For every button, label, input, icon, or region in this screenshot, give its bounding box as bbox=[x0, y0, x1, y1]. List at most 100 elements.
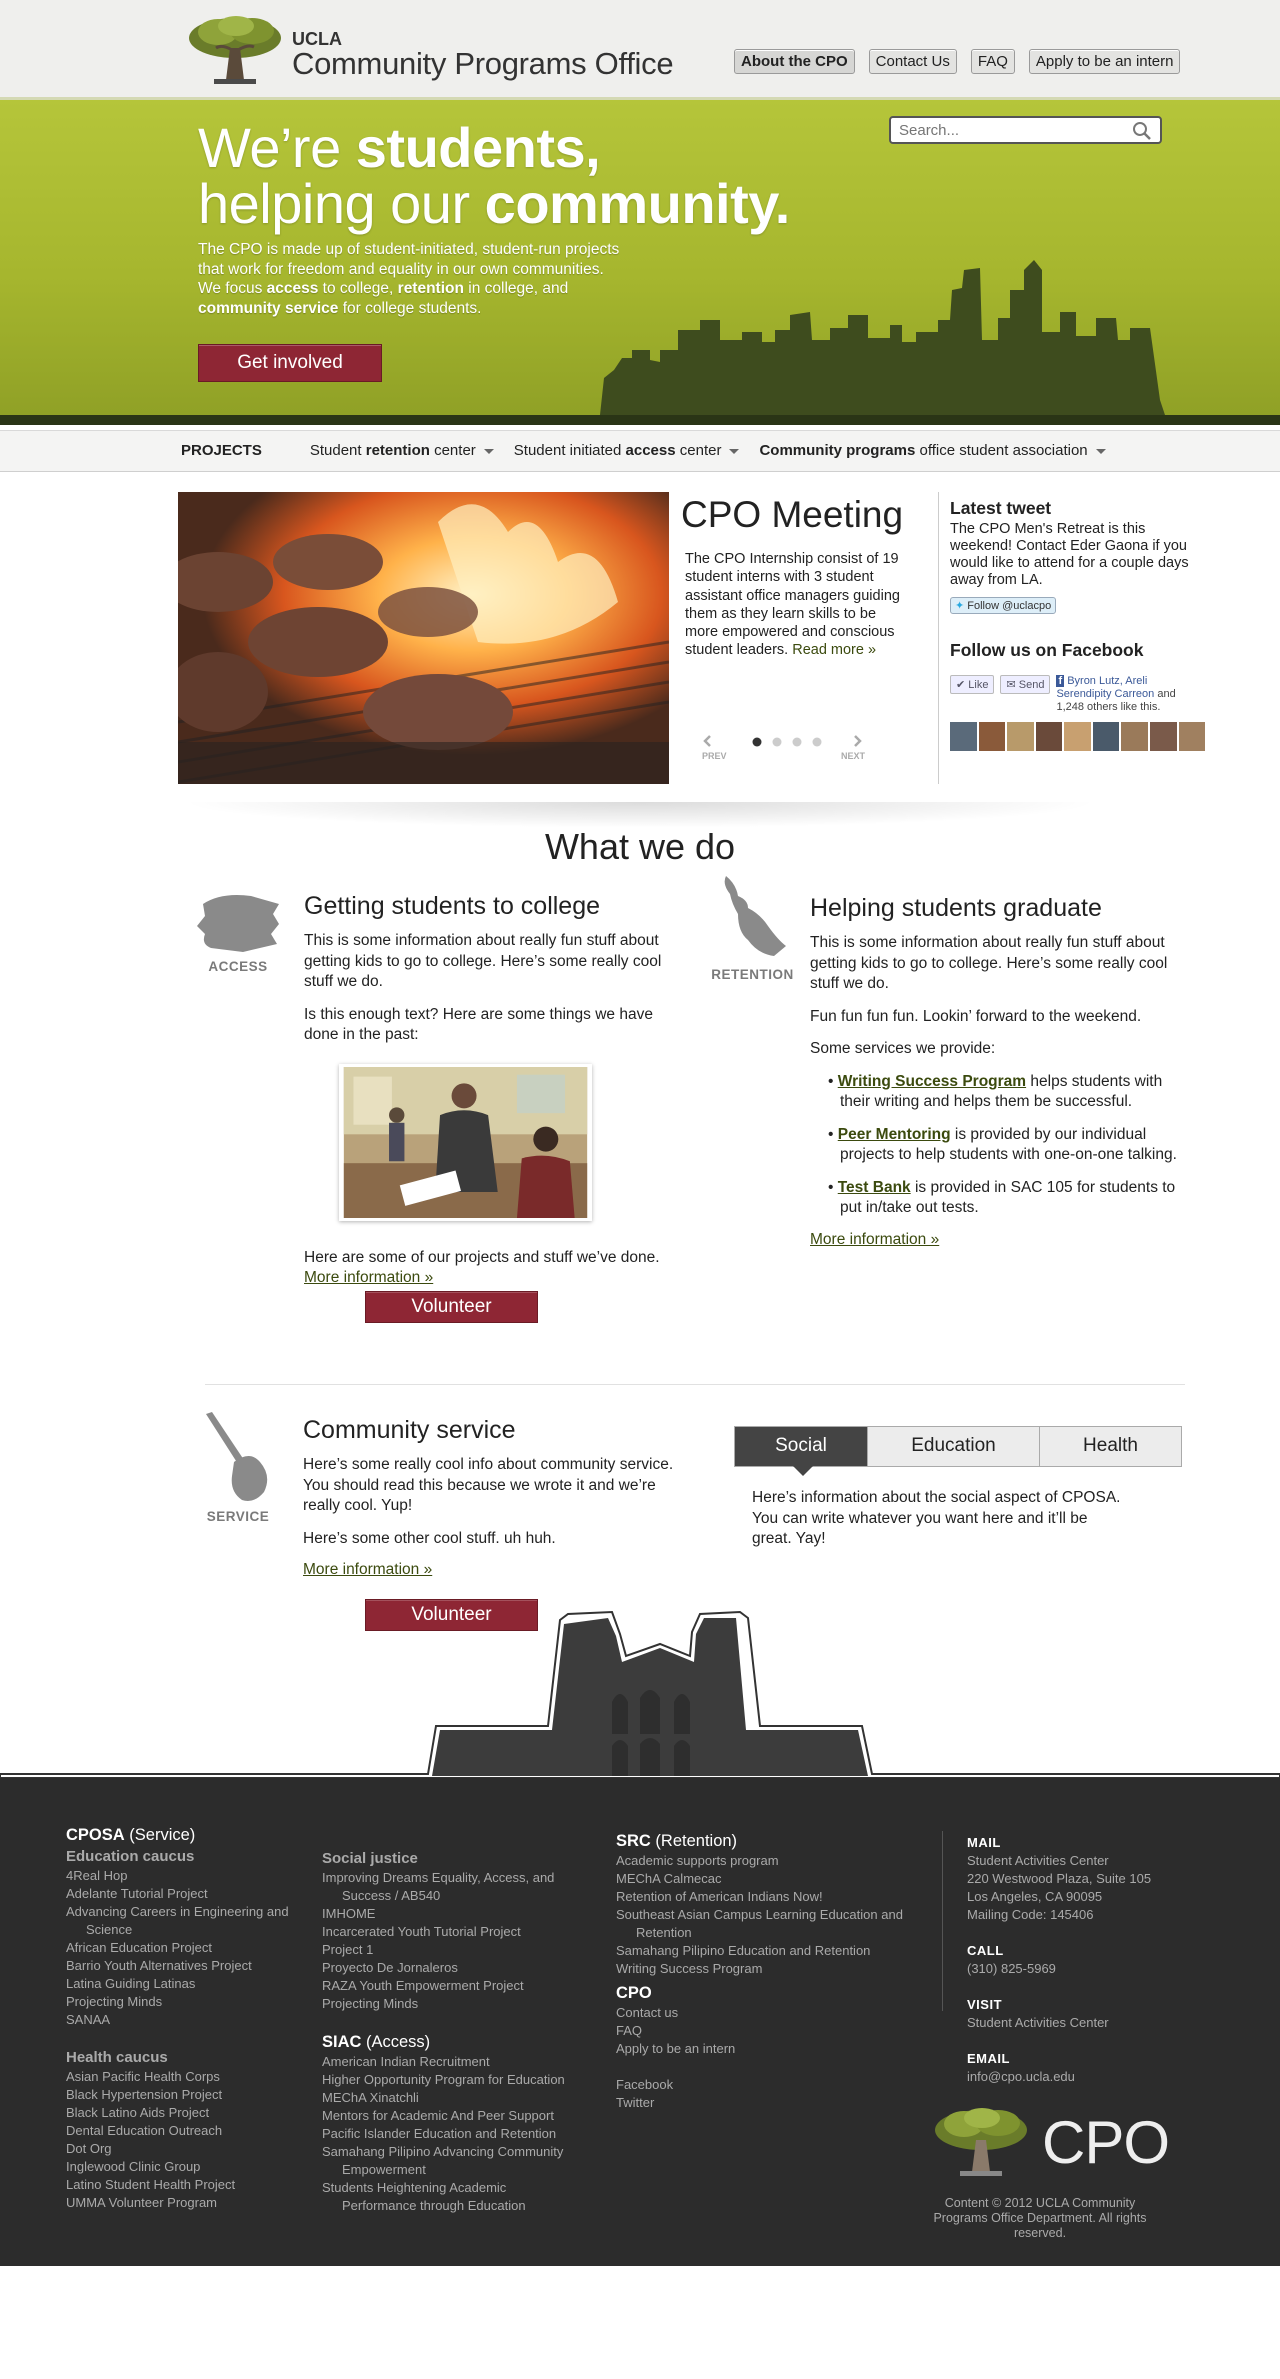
footer-link[interactable]: Adelante Tutorial Project bbox=[66, 1885, 306, 1903]
mail-heading: MAIL bbox=[967, 1835, 1001, 1850]
footer-link[interactable]: RAZA Youth Empowerment Project bbox=[322, 1977, 582, 1995]
dropdown-text: center bbox=[429, 442, 476, 459]
nav-apply-button[interactable]: Apply to be an intern bbox=[1028, 49, 1181, 74]
footer-link[interactable]: Projecting Minds bbox=[66, 1993, 306, 2011]
footer-link[interactable]: Academic supports program bbox=[616, 1852, 926, 1870]
test-bank-link[interactable]: Test Bank bbox=[838, 1179, 911, 1196]
headline-part: helping our bbox=[198, 172, 485, 235]
next-button[interactable]: NEXT bbox=[841, 751, 865, 761]
footer-link[interactable]: MEChA Calmecac bbox=[616, 1870, 926, 1888]
footer-link[interactable]: Southeast Asian Campus Learning Educatio… bbox=[616, 1906, 926, 1942]
social-justice-heading: Social justice bbox=[322, 1850, 418, 1867]
footer-link[interactable]: Black Hypertension Project bbox=[66, 2086, 306, 2104]
avatar bbox=[1007, 722, 1034, 751]
tab-education[interactable]: Education bbox=[867, 1427, 1039, 1466]
footer-link[interactable]: Inglewood Clinic Group bbox=[66, 2158, 306, 2176]
thumbs-up-icon: ✔ bbox=[956, 679, 966, 691]
visit-location: Student Activities Center bbox=[967, 2015, 1109, 2030]
footer-link[interactable]: Students Heightening Academic Performanc… bbox=[322, 2179, 582, 2215]
twitter-bird-icon: ✦ bbox=[955, 600, 965, 612]
footer-link[interactable]: Proyecto De Jornaleros bbox=[322, 1959, 582, 1977]
twitter-follow-button[interactable]: ✦ Follow @uclacpo bbox=[950, 597, 1057, 614]
footer-logo: CPO bbox=[932, 2106, 1170, 2178]
slide-body: The CPO Internship consist of 19 student… bbox=[685, 550, 913, 660]
footer-link[interactable]: UMMA Volunteer Program bbox=[66, 2194, 306, 2212]
footer-link[interactable]: Project 1 bbox=[322, 1941, 582, 1959]
footer-link[interactable]: Incarcerated Youth Tutorial Project bbox=[322, 1923, 582, 1941]
footer-link[interactable]: Pacific Islander Education and Retention bbox=[322, 2125, 582, 2143]
footer-link[interactable]: 4Real Hop bbox=[66, 1867, 306, 1885]
divider bbox=[938, 492, 939, 784]
footer-link[interactable]: Asian Pacific Health Corps bbox=[66, 2068, 306, 2086]
footer-link[interactable]: Black Latino Aids Project bbox=[66, 2104, 306, 2122]
footer-link[interactable]: Improving Dreams Equality, Access, and S… bbox=[322, 1869, 582, 1905]
search-input[interactable] bbox=[899, 118, 1129, 142]
footer-link[interactable]: Apply to be an intern bbox=[616, 2040, 926, 2058]
footer-link[interactable]: Dot Org bbox=[66, 2140, 306, 2158]
phone-number: (310) 825-5969 bbox=[967, 1961, 1056, 1976]
fb-names: Byron Lutz, Areli Serendipity Carreon bbox=[1056, 675, 1155, 700]
footer-divider bbox=[942, 1831, 943, 2011]
footer-link[interactable]: American Indian Recruitment bbox=[322, 2053, 582, 2071]
what-we-do-section: What we do ACCESS Getting students to co… bbox=[0, 802, 1280, 1730]
peer-mentoring-link[interactable]: Peer Mentoring bbox=[838, 1126, 951, 1143]
footer-link[interactable]: Latino Student Health Project bbox=[66, 2176, 306, 2194]
fb-send-button[interactable]: ✉ Send bbox=[1000, 675, 1051, 694]
footer-link[interactable]: Writing Success Program bbox=[616, 1960, 926, 1978]
footer-link[interactable]: Samahang Pilipino Education and Retentio… bbox=[616, 1942, 926, 1960]
projects-dropdown-retention[interactable]: Student retention center bbox=[310, 442, 494, 459]
footer-link[interactable]: Mentors for Academic And Peer Support bbox=[322, 2107, 582, 2125]
access-more-link[interactable]: More information » bbox=[304, 1269, 433, 1286]
footer-link[interactable]: Retention of American Indians Now! bbox=[616, 1888, 926, 1906]
projects-dropdown-cposa[interactable]: Community programs office student associ… bbox=[759, 442, 1106, 459]
service-p1: Here’s some really cool info about commu… bbox=[303, 1456, 674, 1514]
shovel-icon bbox=[206, 1412, 268, 1501]
footer-link[interactable]: Advancing Careers in Engineering and Sci… bbox=[66, 1903, 306, 1939]
footer-link[interactable]: Samahang Pilipino Advancing Community Em… bbox=[322, 2143, 582, 2179]
site-logo[interactable]: UCLA Community Programs Office bbox=[186, 14, 674, 86]
grill-photo bbox=[178, 492, 669, 784]
footer-link[interactable]: FAQ bbox=[616, 2022, 926, 2040]
retention-block: RETENTION bbox=[700, 874, 805, 982]
access-p2: Is this enough text? Here are some thing… bbox=[304, 1005, 653, 1044]
service-more-link[interactable]: More information » bbox=[303, 1561, 432, 1578]
nav-faq-button[interactable]: FAQ bbox=[970, 49, 1015, 74]
footer-link[interactable]: SANAA bbox=[66, 2011, 306, 2029]
footer-link[interactable]: Projecting Minds bbox=[322, 1995, 582, 2013]
tab-social[interactable]: Social bbox=[735, 1427, 867, 1476]
facebook-link[interactable]: Facebook bbox=[616, 2076, 926, 2094]
access-volunteer-button[interactable]: Volunteer bbox=[365, 1291, 538, 1323]
footer-link[interactable]: IMHOME bbox=[322, 1905, 582, 1923]
retention-icon bbox=[724, 876, 786, 956]
twitter-link[interactable]: Twitter bbox=[616, 2094, 926, 2112]
footer-link[interactable]: Barrio Youth Alternatives Project bbox=[66, 1957, 306, 1975]
footer-link[interactable]: MEChA Xinatchli bbox=[322, 2089, 582, 2107]
footer-link[interactable]: Latina Guiding Latinas bbox=[66, 1975, 306, 1993]
footer-link[interactable]: African Education Project bbox=[66, 1939, 306, 1957]
fb-like-button[interactable]: ✔ Like bbox=[950, 675, 995, 694]
royce-hall-silhouette bbox=[0, 1610, 1280, 1778]
mail-line: Mailing Code: 145406 bbox=[967, 1907, 1094, 1922]
retention-more-link[interactable]: More information » bbox=[810, 1231, 939, 1248]
access-block: ACCESS bbox=[193, 890, 283, 974]
nav-about-button[interactable]: About the CPO bbox=[734, 49, 855, 74]
email-link[interactable]: info@cpo.ucla.edu bbox=[967, 2069, 1075, 2084]
writing-success-link[interactable]: Writing Success Program bbox=[838, 1073, 1026, 1090]
education-caucus-heading: Education caucus bbox=[66, 1848, 195, 1865]
nav-contact-button[interactable]: Contact Us bbox=[868, 49, 957, 74]
read-more-link[interactable]: Read more » bbox=[792, 642, 876, 658]
feature-section: CPO Meeting The CPO Internship consist o… bbox=[0, 472, 1280, 802]
search-icon[interactable] bbox=[1132, 121, 1152, 141]
projects-dropdown-access[interactable]: Student initiated access center bbox=[514, 442, 740, 459]
get-involved-button[interactable]: Get involved bbox=[198, 344, 382, 382]
footer-link[interactable]: Dental Education Outreach bbox=[66, 2122, 306, 2140]
footer-link[interactable]: Contact us bbox=[616, 2004, 926, 2022]
dropdown-bold: Community programs bbox=[759, 442, 916, 459]
prev-button[interactable]: PREV bbox=[702, 751, 727, 761]
hero-banner: We’re students, helping our community. T… bbox=[0, 100, 1280, 425]
footer-link[interactable]: Higher Opportunity Program for Education bbox=[322, 2071, 582, 2089]
footer-src-column: SRC (Retention) Academic supports progra… bbox=[616, 1830, 926, 2112]
service-item: • Test Bank is provided in SAC 105 for s… bbox=[828, 1178, 1176, 1217]
tab-health[interactable]: Health bbox=[1039, 1427, 1181, 1466]
